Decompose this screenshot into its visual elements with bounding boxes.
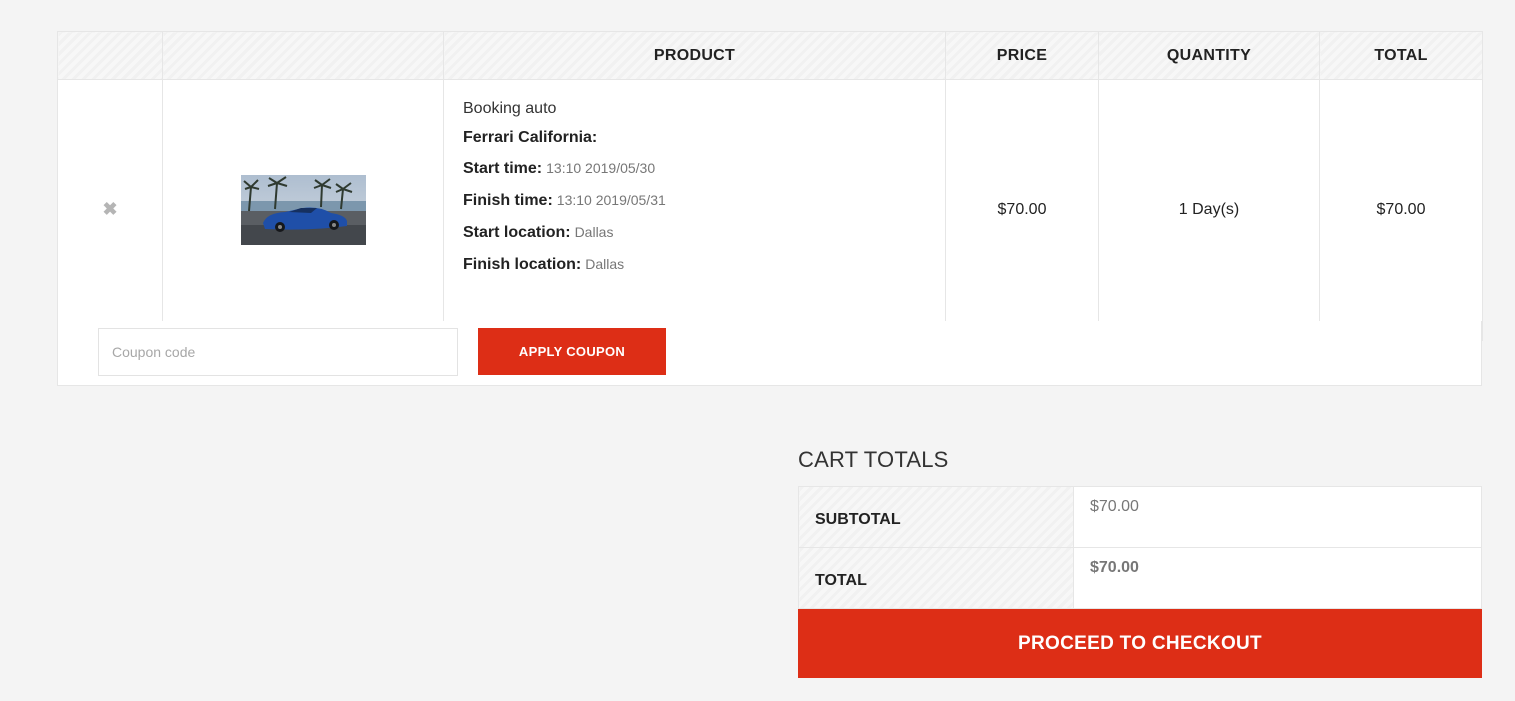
header-quantity: QUANTITY [1098,31,1320,80]
cart-totals-table: SUBTOTAL $70.00 TOTAL $70.00 [798,486,1482,609]
coupon-row: APPLY COUPON [57,321,1482,386]
meta-label: Start time: [463,160,543,177]
meta-value: 13:10 2019/05/30 [546,160,656,176]
header-total: TOTAL [1319,31,1483,80]
product-cell: Booking auto Ferrari California: Start t… [443,79,946,341]
subtotal-value: $70.00 [1073,486,1482,548]
header-product: PRODUCT [443,31,946,80]
cart-totals-title: CART TOTALS [798,447,949,472]
header-remove [57,31,163,80]
meta-label: Start location: [463,224,571,241]
remove-cell: ✖ [57,79,163,341]
car-thumbnail-image[interactable] [240,175,366,245]
total-row: TOTAL $70.00 [798,547,1482,609]
meta-value: Dallas [574,224,614,240]
subtotal-row: SUBTOTAL $70.00 [798,486,1482,548]
proceed-to-checkout-button[interactable]: PROCEED TO CHECKOUT [798,609,1482,678]
meta-start-time: Start time: 13:10 2019/05/30 [463,160,945,178]
thumbnail-cell [162,79,444,341]
apply-coupon-button[interactable]: APPLY COUPON [478,328,666,375]
meta-finish-time: Finish time: 13:10 2019/05/31 [463,192,945,210]
meta-value: Dallas [585,256,625,272]
quantity-cell: 1 Day(s) [1098,79,1320,341]
meta-start-location: Start location: Dallas [463,224,945,242]
total-label: TOTAL [798,547,1074,609]
header-thumbnail [162,31,444,80]
product-name[interactable]: Ferrari California: [463,129,945,147]
meta-label: Finish location: [463,256,582,273]
subtotal-label: SUBTOTAL [798,486,1074,548]
remove-item-icon[interactable]: ✖ [102,200,117,218]
total-cell: $70.00 [1319,79,1483,341]
cart-item-row: ✖ Booking auto Ferrari California: Start… [57,79,1483,341]
meta-finish-location: Finish location: Dallas [463,256,945,274]
coupon-code-input[interactable] [98,328,458,376]
product-title: Booking auto [463,100,557,117]
meta-label: Finish time: [463,192,553,209]
cart-table-header: PRODUCT PRICE QUANTITY TOTAL [57,31,1483,80]
meta-value: 13:10 2019/05/31 [556,192,666,208]
header-price: PRICE [945,31,1099,80]
cart-table: PRODUCT PRICE QUANTITY TOTAL ✖ Booking a… [57,31,1483,341]
price-cell: $70.00 [945,79,1099,341]
total-value: $70.00 [1073,547,1482,609]
